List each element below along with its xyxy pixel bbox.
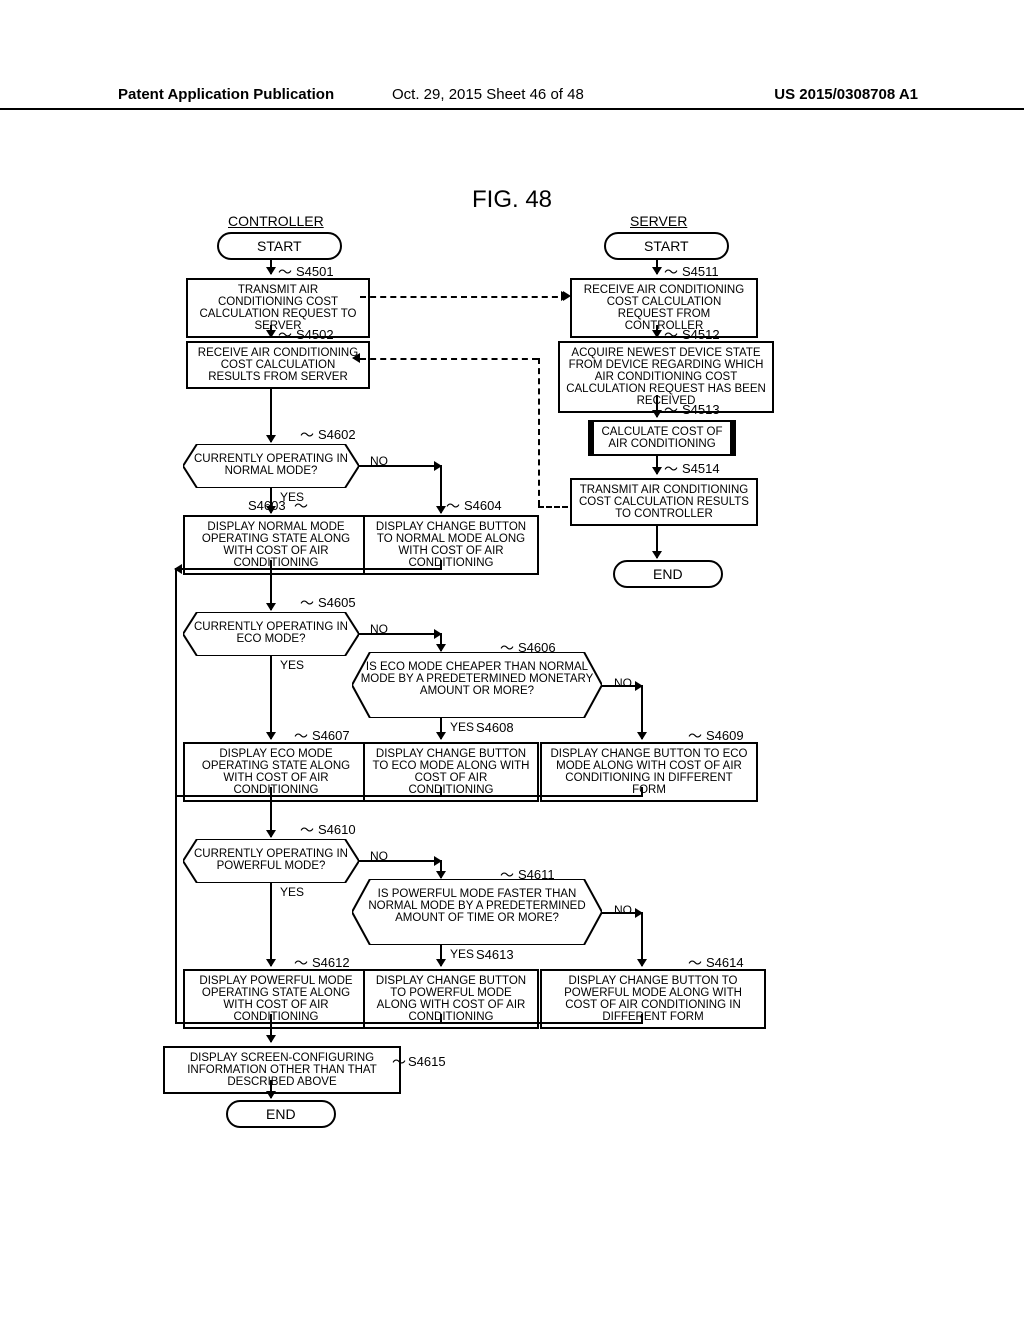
step-s4604-label: S4604 — [464, 498, 502, 513]
step-s4514-label: S4514 — [682, 461, 720, 476]
step-s4613-label: S4613 — [476, 947, 514, 962]
figure-title: FIG. 48 — [0, 186, 1024, 214]
step-s4612: DISPLAY POWERFUL MODE OPERATING STATE AL… — [183, 969, 369, 1029]
step-s4608: DISPLAY CHANGE BUTTON TO ECO MODE ALONG … — [363, 742, 539, 802]
step-s4511-label: S4511 — [682, 264, 719, 279]
dashed-line-response-2 — [538, 506, 568, 508]
dashed-line-response-1 — [360, 358, 538, 360]
step-s4603: DISPLAY NORMAL MODE OPERATING STATE ALON… — [183, 515, 369, 575]
step-s4614-label: S4614 — [706, 955, 744, 970]
controller-label: CONTROLLER — [228, 213, 324, 229]
step-s4514: TRANSMIT AIR CONDITIONING COST CALCULATI… — [570, 478, 758, 526]
step-s4608-label: S4608 — [476, 720, 514, 735]
step-s4501-label: S4501 — [296, 264, 334, 279]
step-s4607: DISPLAY ECO MODE OPERATING STATE ALONG W… — [183, 742, 369, 802]
step-s4615: DISPLAY SCREEN-CONFIGURING INFORMATION O… — [163, 1046, 401, 1094]
step-s4610-label: S4610 — [318, 822, 356, 837]
server-label: SERVER — [630, 213, 687, 229]
decision-s4605: CURRENTLY OPERATING IN ECO MODE? — [183, 612, 359, 656]
page-header: Patent Application Publication Oct. 29, … — [0, 86, 1024, 110]
header-left: Patent Application Publication — [118, 86, 334, 103]
step-s4605-label: S4605 — [318, 595, 356, 610]
controller-end: END — [226, 1100, 336, 1128]
step-s4604: DISPLAY CHANGE BUTTON TO NORMAL MODE ALO… — [363, 515, 539, 575]
step-s4613: DISPLAY CHANGE BUTTON TO POWERFUL MODE A… — [363, 969, 539, 1029]
step-s4609: DISPLAY CHANGE BUTTON TO ECO MODE ALONG … — [540, 742, 758, 802]
decision-s4610: CURRENTLY OPERATING IN POWERFUL MODE? — [183, 839, 359, 883]
header-mid: Oct. 29, 2015 Sheet 46 of 48 — [392, 86, 584, 103]
step-s4513: CALCULATE COST OF AIR CONDITIONING — [588, 420, 736, 456]
controller-start: START — [217, 232, 342, 260]
step-s4603-label: S4603 — [248, 498, 286, 513]
decision-s4602: CURRENTLY OPERATING IN NORMAL MODE? — [183, 444, 359, 488]
step-s4513-label: S4513 — [682, 402, 720, 417]
step-s4614: DISPLAY CHANGE BUTTON TO POWERFUL MODE A… — [540, 969, 766, 1029]
header-right: US 2015/0308708 A1 — [774, 86, 918, 103]
step-s4502: RECEIVE AIR CONDITIONING COST CALCULATIO… — [186, 341, 370, 389]
step-s4612-label: S4612 — [312, 955, 350, 970]
server-end: END — [613, 560, 723, 588]
decision-s4606: IS ECO MODE CHEAPER THAN NORMAL MODE BY … — [352, 652, 602, 718]
decision-s4611: IS POWERFUL MODE FASTER THAN NORMAL MODE… — [352, 879, 602, 945]
step-s4609-label: S4609 — [706, 728, 744, 743]
step-s4502-label: S4502 — [296, 327, 334, 342]
server-start: START — [604, 232, 729, 260]
step-s4602-label: S4602 — [318, 427, 356, 442]
step-s4615-label: S4615 — [408, 1054, 446, 1069]
step-s4607-label: S4607 — [312, 728, 350, 743]
step-s4512-label: S4512 — [682, 327, 720, 342]
dashed-line-request — [360, 296, 568, 298]
